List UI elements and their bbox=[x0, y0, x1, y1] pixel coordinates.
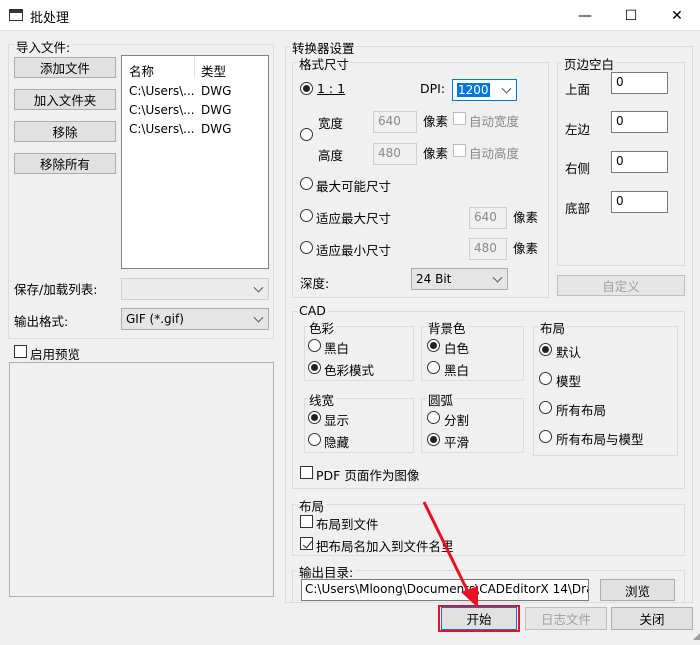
arrow-head bbox=[461, 586, 478, 608]
arrow-shaft bbox=[422, 501, 474, 601]
annotation-arrow bbox=[422, 501, 478, 608]
resize-grip-icon[interactable] bbox=[693, 633, 700, 640]
